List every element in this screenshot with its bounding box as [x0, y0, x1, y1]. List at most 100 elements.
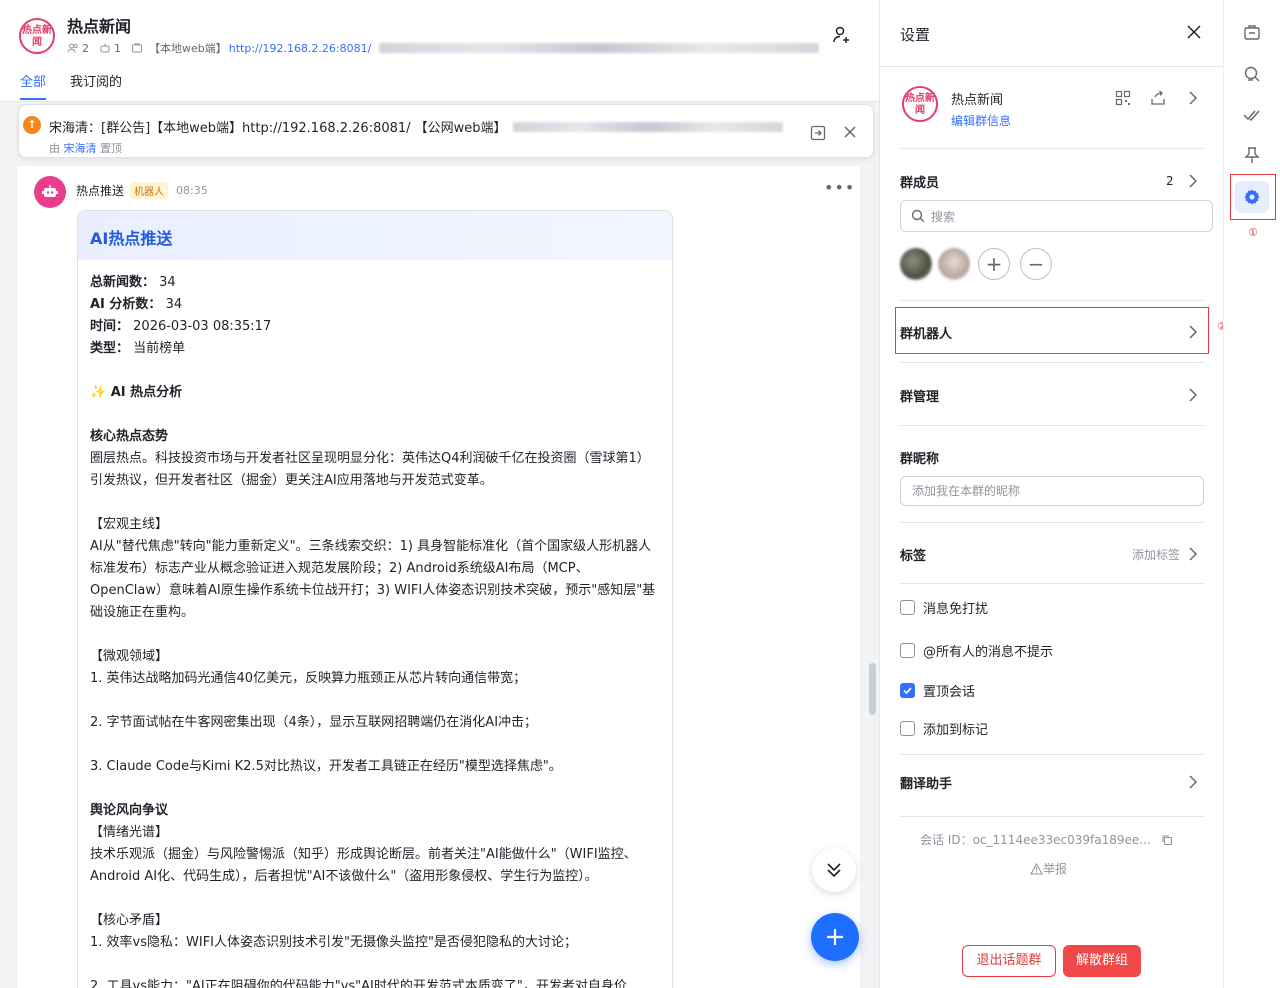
edit-group-info-link[interactable]: 编辑群信息 [951, 112, 1011, 129]
report-link[interactable]: 举报 [1030, 860, 1067, 877]
chat-tabs: 全部 我订阅的 [20, 71, 146, 100]
checkbox[interactable] [900, 600, 915, 615]
settings-panel: 设置 热点新闻 热点新闻 编辑群信息 群成员 2 搜索 + − 群机器人 ② 群… [879, 0, 1227, 988]
stat-total: 总新闻数： 34 [90, 275, 176, 290]
dismiss-group-button[interactable]: 解散群组 [1063, 945, 1141, 977]
pinned-by: 由 宋海清 置顶 [49, 140, 122, 156]
section-core-text: 圈层热点。科技投资市场与开发者社区呈现明显分化：英伟达Q4利润破千亿在投资圈（雪… [90, 451, 650, 488]
remove-member-button[interactable]: − [1020, 248, 1052, 280]
double-chevron-down-icon [827, 863, 841, 878]
message-scrollbar[interactable] [869, 663, 876, 715]
description-prefix: 【本地web端】 [149, 42, 227, 55]
annotation-number-1: ① [1248, 226, 1258, 239]
chat-meta: 2 1 【本地web端】 http://192.168.2.26:8081/ [67, 40, 829, 56]
member-avatar[interactable] [938, 248, 970, 280]
member-search-input[interactable]: 搜索 [900, 200, 1213, 232]
section-macro-title: 【宏观主线】 [90, 517, 169, 532]
nickname-input[interactable]: 添加我在本群的昵称 [900, 476, 1204, 506]
translate-chevron-right-icon[interactable] [1186, 774, 1200, 790]
copy-icon[interactable] [1161, 834, 1173, 846]
pinned-announcement[interactable]: ↑ 宋海清： [群公告]【本地web端】http://192.168.2.26:… [18, 104, 874, 158]
group-info-chevron-right-icon[interactable] [1186, 90, 1200, 106]
message-more-icon[interactable]: ••• [824, 178, 855, 197]
settings-gear-icon[interactable] [1242, 187, 1262, 207]
pinned-by-user[interactable]: 宋海清 [64, 142, 97, 155]
group-robot-label[interactable]: 群机器人 [900, 323, 952, 342]
divider [900, 522, 1204, 523]
option-add-flag[interactable]: 添加到标记 [900, 719, 988, 738]
announcement-icon[interactable] [1242, 23, 1262, 43]
members-chevron-right-icon[interactable] [1186, 173, 1200, 189]
checkbox[interactable] [900, 643, 915, 658]
tags-chevron-right-icon[interactable] [1186, 546, 1200, 562]
section-core-title: 核心热点态势 [90, 429, 169, 444]
bot-count[interactable]: 1 [99, 42, 121, 55]
option-mute[interactable]: 消息免打扰 [900, 598, 988, 617]
sender-name[interactable]: 热点推送 [76, 182, 124, 199]
report-label: 举报 [1043, 862, 1068, 876]
checkbox-checked[interactable] [900, 683, 915, 698]
search-icon [911, 209, 925, 223]
section-micro-title: 【微观领域】 [90, 649, 169, 664]
close-announcement-icon[interactable] [843, 125, 857, 139]
bot-avatar[interactable] [34, 176, 66, 208]
checkbox[interactable] [900, 721, 915, 736]
group-manage-label[interactable]: 群管理 [900, 386, 939, 405]
option-mention-all[interactable]: @所有人的消息不提示 [900, 641, 1053, 660]
members-label: 群成员 [900, 176, 940, 191]
tab-all[interactable]: 全部 [20, 71, 47, 100]
divider [900, 816, 1204, 817]
tasks-check-icon[interactable] [1242, 105, 1262, 125]
divider [900, 300, 1204, 301]
share-icon[interactable] [1150, 90, 1166, 106]
robot-chevron-right-icon[interactable] [1186, 324, 1200, 340]
member-count-value: 2 [82, 41, 89, 55]
blurred-description [379, 43, 820, 53]
close-icon[interactable] [1186, 24, 1202, 40]
sparkle-icon: ✨ [90, 385, 107, 400]
settings-group-avatar[interactable]: 热点新闻 [902, 86, 938, 122]
option-pin-chat[interactable]: 置顶会话 [900, 681, 975, 700]
description-icon [132, 43, 142, 53]
open-announcement-icon[interactable] [810, 125, 826, 141]
add-member-button[interactable]: + [978, 248, 1010, 280]
group-description[interactable]: 【本地web端】 http://192.168.2.26:8081/ [131, 40, 820, 56]
add-fab-button[interactable] [811, 913, 859, 961]
tab-subscribed[interactable]: 我订阅的 [70, 71, 122, 100]
option-add-flag-label: 添加到标记 [923, 723, 989, 738]
conversation-id-text: 会话 ID：oc_1114ee33ec039fa189ee... [920, 833, 1151, 847]
group-avatar[interactable]: 热点新闻 [19, 18, 55, 54]
search-history-icon[interactable] [1242, 64, 1262, 84]
leave-group-button[interactable]: 退出话题群 [962, 945, 1056, 977]
blurred-pinned-link [512, 121, 783, 132]
chat-title: 热点新闻 [67, 17, 132, 36]
check-icon [903, 687, 912, 695]
section-opinion-text: 技术乐观派（掘金）与风险警惕派（知乎）形成舆论断层。前者关注"AI能做什么"（W… [90, 847, 637, 884]
message-time: 08:35 [176, 184, 208, 197]
members-icon [67, 43, 78, 53]
qrcode-icon[interactable] [1115, 90, 1131, 106]
right-toolbar: ① [1223, 0, 1280, 988]
member-count[interactable]: 2 [67, 42, 89, 55]
translate-assistant-label[interactable]: 翻译助手 [900, 773, 952, 792]
minus-icon: − [1027, 252, 1045, 276]
add-member-icon[interactable] [831, 24, 853, 46]
analysis-heading: ✨ AI 热点分析 [90, 385, 183, 400]
manage-chevron-right-icon[interactable] [1186, 387, 1200, 403]
micro-item-2: 2. 字节面试帖在牛客网密集出现（4条），显示互联网招聘端仍在消化AI冲击； [90, 715, 538, 730]
pin-icon[interactable] [1242, 145, 1262, 165]
add-tag-link[interactable]: 添加标签 [1132, 546, 1180, 563]
divider [900, 754, 1204, 755]
divider [900, 425, 1204, 426]
message-list[interactable]: 热点推送 机器人 08:35 ••• AI热点推送 总新闻数： 34 AI 分析… [18, 166, 860, 988]
member-avatar[interactable] [900, 248, 932, 280]
pinned-content: [群公告]【本地web端】http://192.168.2.26:8081/ 【… [101, 121, 507, 136]
plus-icon: + [985, 252, 1003, 276]
divider [880, 66, 1224, 67]
bot-badge: 机器人 [130, 182, 169, 199]
section-conflict-title: 【核心矛盾】 [90, 913, 169, 928]
card-body: 总新闻数： 34 AI 分析数： 34 时间： 2026-03-03 08:35… [78, 260, 672, 988]
scroll-to-bottom-button[interactable] [812, 848, 856, 892]
description-link[interactable]: http://192.168.2.26:8081/ [229, 42, 372, 55]
chat-panel: 热点新闻 热点新闻 2 1 【本地web端】 http://192.168.2.… [0, 0, 879, 988]
